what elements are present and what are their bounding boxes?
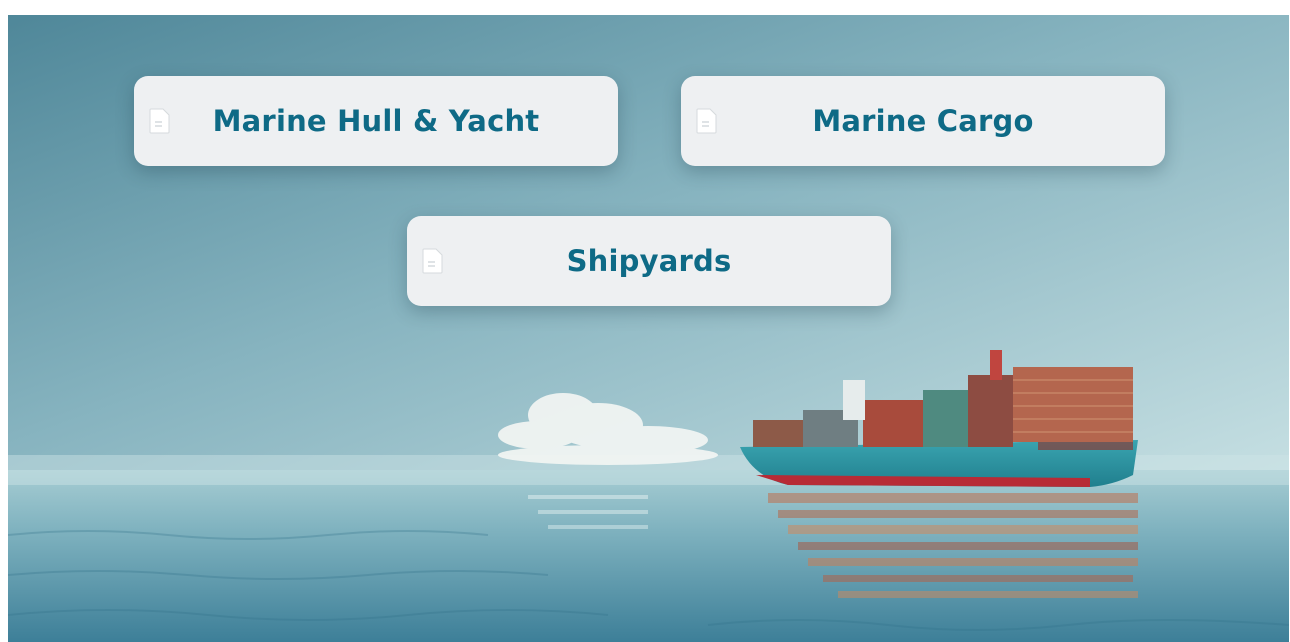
card-title: Marine Hull & Yacht: [212, 104, 540, 138]
document-icon: [149, 108, 170, 134]
shipyards-card[interactable]: Shipyards: [407, 216, 891, 306]
marine-hull-yacht-card[interactable]: Marine Hull & Yacht: [134, 76, 618, 166]
card-title: Marine Cargo: [812, 104, 1034, 138]
hero-banner: Marine Hull & Yacht Marine Cargo Shipyar…: [8, 15, 1289, 642]
document-icon: [422, 248, 443, 274]
marine-cargo-card[interactable]: Marine Cargo: [681, 76, 1165, 166]
card-title: Shipyards: [566, 244, 732, 278]
document-icon: [696, 108, 717, 134]
